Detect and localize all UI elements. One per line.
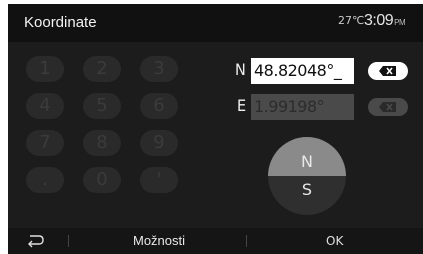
north-label: N: [235, 60, 246, 79]
clock-ampm: PM: [394, 18, 406, 27]
key-9[interactable]: 9: [140, 130, 178, 156]
backspace-x-icon: [379, 102, 396, 112]
north-coordinate-field[interactable]: 48.82048°_: [251, 58, 354, 84]
south-option[interactable]: S: [268, 176, 346, 215]
north-option[interactable]: N: [268, 137, 346, 176]
back-arrow-icon: [28, 235, 44, 248]
key-apostrophe[interactable]: ': [140, 167, 178, 193]
footer-bar: Možnosti OK: [8, 228, 423, 254]
key-2[interactable]: 2: [83, 56, 121, 82]
key-dot[interactable]: .: [26, 167, 64, 193]
page-title: Koordinate: [24, 14, 97, 31]
east-label: E: [237, 96, 247, 115]
key-7[interactable]: 7: [26, 130, 64, 156]
clock: 3:09PM: [364, 12, 406, 30]
screen: Koordinate 27℃ 3:09PM 1 2 3 4 5 6 7 8 9 …: [0, 0, 423, 254]
options-button[interactable]: Možnosti: [133, 233, 185, 248]
footer-divider: [68, 235, 69, 247]
east-coordinate-field[interactable]: 1.99198°: [251, 94, 354, 120]
footer-divider: [246, 235, 247, 247]
key-0[interactable]: 0: [83, 167, 121, 193]
backspace-x-icon: [379, 66, 396, 76]
key-1[interactable]: 1: [26, 56, 64, 82]
north-clear-button[interactable]: [368, 62, 408, 80]
key-6[interactable]: 6: [140, 93, 178, 119]
key-5[interactable]: 5: [83, 93, 121, 119]
key-3[interactable]: 3: [140, 56, 178, 82]
clock-time: 3:09: [364, 12, 394, 29]
temperature: 27℃: [338, 14, 365, 27]
back-button[interactable]: [24, 232, 46, 250]
east-clear-button[interactable]: [368, 98, 408, 116]
coordinates-panel: Koordinate 27℃ 3:09PM 1 2 3 4 5 6 7 8 9 …: [8, 4, 423, 254]
key-8[interactable]: 8: [83, 130, 121, 156]
key-4[interactable]: 4: [26, 93, 64, 119]
header-bar: Koordinate 27℃ 3:09PM: [8, 4, 423, 42]
ok-button[interactable]: OK: [326, 234, 343, 248]
hemisphere-toggle[interactable]: N S: [268, 137, 346, 215]
